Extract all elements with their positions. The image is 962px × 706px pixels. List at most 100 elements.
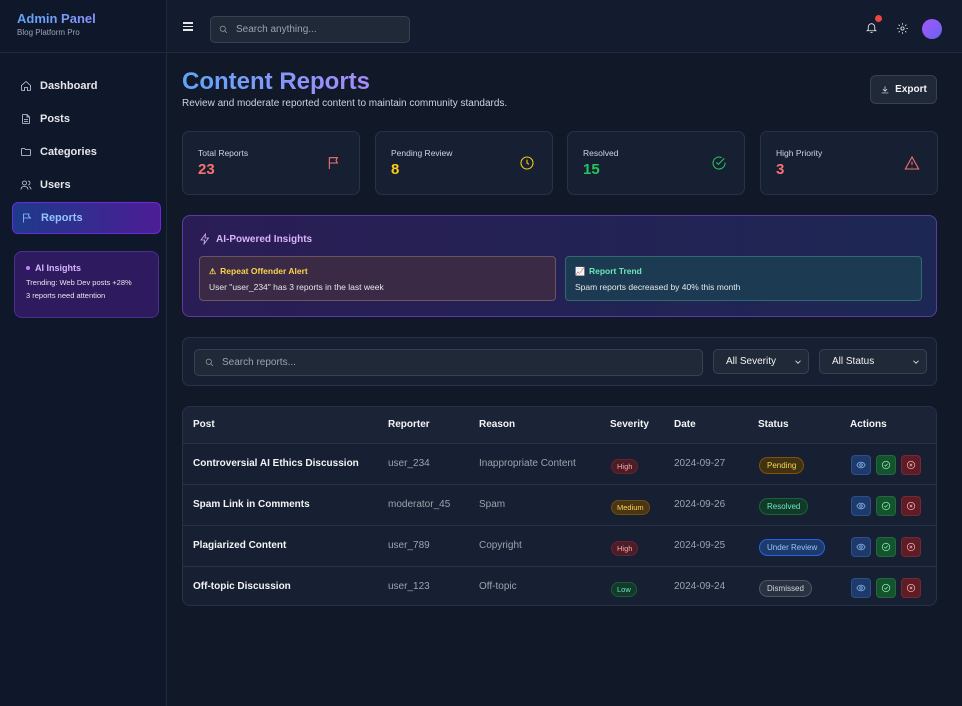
alert-title: ⚠ Repeat Offender Alert <box>209 266 555 276</box>
x-circle-icon <box>906 542 916 552</box>
status-badge: Under Review <box>759 539 826 556</box>
x-circle-icon <box>906 583 916 593</box>
sidebar-item-categories[interactable]: Categories <box>12 136 161 168</box>
status-select[interactable]: All Status <box>819 349 927 374</box>
severity-badge: Medium <box>611 500 650 515</box>
global-search-placeholder: Search anything... <box>236 24 317 35</box>
reason: Off-topic <box>479 581 517 592</box>
x-circle-icon <box>906 460 916 470</box>
export-label: Export <box>895 84 927 95</box>
trend-text: Spam reports decreased by 40% this month <box>575 282 741 292</box>
view-button[interactable] <box>851 537 871 557</box>
clock-icon <box>520 156 534 170</box>
report-date: 2024-09-24 <box>674 581 726 592</box>
reason: Spam <box>479 499 506 510</box>
view-button[interactable] <box>851 455 871 475</box>
brand-subtitle: Blog Platform Pro <box>17 28 80 37</box>
dismiss-button[interactable] <box>901 455 921 475</box>
sidebar-item-reports[interactable]: Reports <box>12 202 161 234</box>
global-search-input[interactable]: Search anything... <box>210 16 410 43</box>
table-row: Spam Link in Comments moderator_45 Spam … <box>183 484 936 525</box>
flag-icon <box>328 157 339 169</box>
warning-icon: ⚠ <box>209 266 217 276</box>
report-search-input[interactable]: Search reports... <box>194 349 703 376</box>
export-button[interactable]: Export <box>870 75 937 104</box>
home-icon <box>21 80 31 91</box>
stat-card-high-priority: High Priority 3 <box>760 131 938 195</box>
stat-card-resolved: Resolved 15 <box>567 131 745 195</box>
dismiss-button[interactable] <box>901 578 921 598</box>
table-row: Controversial AI Ethics Discussion user_… <box>183 443 936 484</box>
post-title[interactable]: Spam Link in Comments <box>193 499 310 510</box>
report-date: 2024-09-27 <box>674 458 726 469</box>
report-trend-card: 📈 Report Trend Spam reports decreased by… <box>565 256 922 301</box>
warning-icon <box>904 155 920 170</box>
sidebar-item-label: Categories <box>40 146 97 158</box>
resolve-button[interactable] <box>876 537 896 557</box>
column-header-severity: Severity <box>610 419 649 430</box>
bell-icon <box>866 23 877 33</box>
severity-select[interactable]: All Severity <box>713 349 809 374</box>
status-badge: Resolved <box>759 498 809 515</box>
reporter: user_234 <box>388 458 430 469</box>
notification-dot <box>875 15 882 22</box>
sidebar-item-label: Users <box>40 179 71 191</box>
status-select-value: All Status <box>832 356 875 367</box>
avatar[interactable] <box>922 19 942 39</box>
users-icon <box>20 180 32 190</box>
sidebar-nav: Dashboard Posts Categories Users Reports <box>0 53 166 234</box>
ai-insights-title: AI Insights <box>26 263 148 273</box>
status-badge: Pending <box>759 457 805 474</box>
post-title[interactable]: Controversial AI Ethics Discussion <box>193 458 359 469</box>
menu-icon[interactable] <box>183 22 193 31</box>
severity-badge: Low <box>611 582 637 597</box>
check-circle-icon <box>881 542 891 552</box>
brand: Admin Panel Blog Platform Pro <box>0 0 166 53</box>
flag-icon <box>23 213 32 223</box>
resolve-button[interactable] <box>876 496 896 516</box>
ai-insight-line: 3 reports need attention <box>26 291 106 300</box>
stat-card-pending-review: Pending Review 8 <box>375 131 553 195</box>
dot-icon <box>26 266 30 270</box>
trend-title-text: Report Trend <box>588 266 642 276</box>
eye-icon <box>856 461 866 469</box>
resolve-button[interactable] <box>876 578 896 598</box>
download-icon <box>881 85 889 93</box>
chart-icon: 📈 <box>575 266 585 276</box>
reporter: user_789 <box>388 540 430 551</box>
reason: Inappropriate Content <box>479 458 576 469</box>
ai-insights-title-text: AI Insights <box>35 263 82 273</box>
sidebar-item-label: Dashboard <box>40 80 98 92</box>
table-header: Post Reporter Reason Severity Date Statu… <box>183 407 936 443</box>
post-title[interactable]: Plagiarized Content <box>193 540 286 551</box>
search-icon <box>219 25 228 34</box>
notification-button[interactable] <box>865 15 882 35</box>
status-badge: Dismissed <box>759 580 812 597</box>
severity-badge: High <box>611 541 639 556</box>
view-button[interactable] <box>851 578 871 598</box>
eye-icon <box>856 502 866 510</box>
dismiss-button[interactable] <box>901 537 921 557</box>
insights-title-text: AI-Powered Insights <box>216 233 313 245</box>
page-title: Content Reports <box>182 68 370 95</box>
settings-button[interactable] <box>896 22 909 35</box>
file-icon <box>22 114 30 124</box>
dismiss-button[interactable] <box>901 496 921 516</box>
reporter: moderator_45 <box>388 499 451 510</box>
post-title[interactable]: Off-topic Discussion <box>193 581 291 592</box>
page-subtitle: Review and moderate reported content to … <box>182 98 508 109</box>
sidebar-item-users[interactable]: Users <box>12 169 161 201</box>
folder-icon <box>21 148 31 156</box>
ai-insights-panel: AI-Powered Insights ⚠ Repeat Offender Al… <box>182 215 937 317</box>
sidebar-item-dashboard[interactable]: Dashboard <box>12 70 161 102</box>
view-button[interactable] <box>851 496 871 516</box>
stat-card-total-reports: Total Reports 23 <box>182 131 360 195</box>
resolve-button[interactable] <box>876 455 896 475</box>
severity-select-value: All Severity <box>726 356 777 367</box>
repeat-offender-alert: ⚠ Repeat Offender Alert User "user_234" … <box>199 256 556 301</box>
chevron-down-icon <box>795 359 801 364</box>
column-header-reason: Reason <box>479 419 516 430</box>
eye-icon <box>856 543 866 551</box>
sidebar-item-label: Posts <box>40 113 70 125</box>
sidebar-item-posts[interactable]: Posts <box>12 103 161 135</box>
